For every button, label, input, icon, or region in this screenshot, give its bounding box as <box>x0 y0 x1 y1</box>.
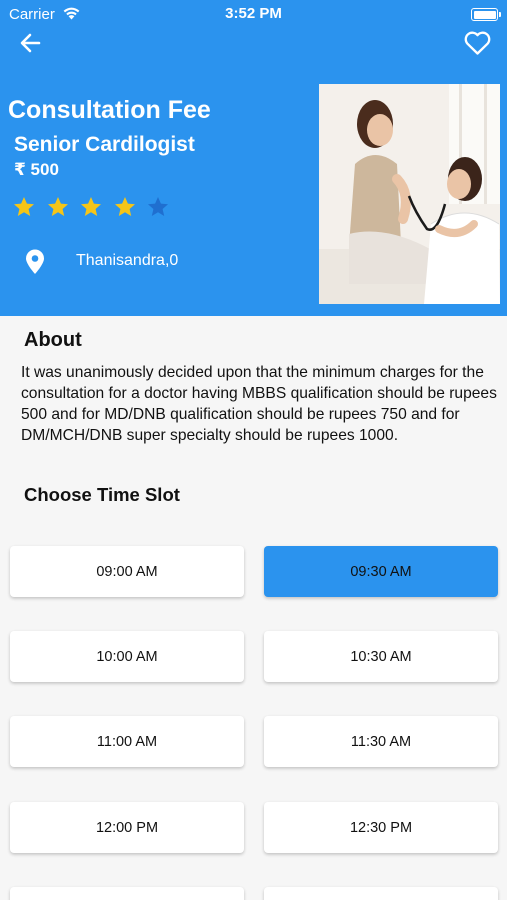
about-heading: About <box>24 329 82 351</box>
about-text: It was unanimously decided upon that the… <box>21 364 497 444</box>
star-filled-icon <box>114 197 135 216</box>
time-slot-button[interactable]: 10:00 AM <box>10 631 244 682</box>
location-pin-icon <box>26 249 44 274</box>
doctor-patient-photo <box>319 84 500 304</box>
doctor-specialty: Senior Cardilogist <box>14 133 195 156</box>
location-text: Thanisandra,0 <box>76 252 179 269</box>
star-filled-icon <box>81 197 101 216</box>
time-slot-button[interactable]: 11:00 AM <box>10 716 244 767</box>
star-empty-icon <box>148 197 168 216</box>
clock: 3:52 PM <box>225 5 282 22</box>
time-slot-button[interactable]: 09:30 AM <box>264 546 498 597</box>
time-slot-button[interactable]: 10:30 AM <box>264 631 498 682</box>
time-slot-button-partial[interactable] <box>264 887 498 900</box>
page-title: Consultation Fee <box>8 96 211 124</box>
time-slot-button[interactable]: 11:30 AM <box>264 716 498 767</box>
status-bar: Carrier 3:52 PM <box>0 0 507 30</box>
time-slot-button[interactable]: 12:30 PM <box>264 802 498 853</box>
back-arrow-icon[interactable] <box>17 30 45 56</box>
battery-tip <box>499 12 501 17</box>
favorite-heart-icon[interactable] <box>463 30 492 56</box>
star-filled-icon <box>47 197 68 216</box>
star-filled-icon <box>14 197 34 216</box>
doctor-header: Carrier 3:52 PM Consultation Fee Senior … <box>0 0 507 316</box>
time-slot-button-partial[interactable] <box>10 887 244 900</box>
time-slot-button[interactable]: 09:00 AM <box>10 546 244 597</box>
battery-icon <box>471 8 498 21</box>
consultation-fee: ₹ 500 <box>14 160 59 179</box>
time-slot-button[interactable]: 12:00 PM <box>10 802 244 853</box>
time-slot-heading: Choose Time Slot <box>24 484 180 505</box>
rating-stars <box>12 195 180 219</box>
